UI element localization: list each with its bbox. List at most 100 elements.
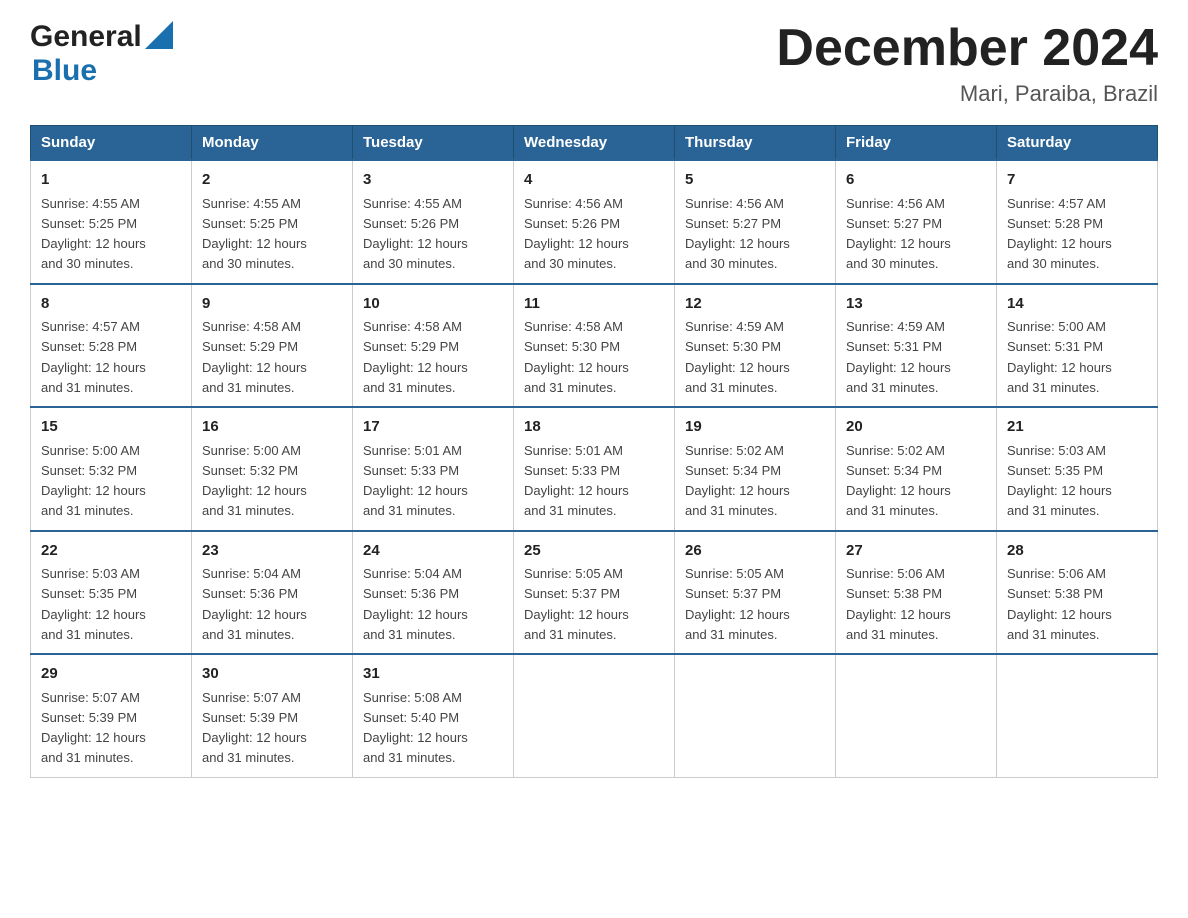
day-cell-16: 16 Sunrise: 5:00 AM Sunset: 5:32 PM Dayli… (192, 407, 353, 531)
day-cell-4: 4Sunrise: 4:56 AM Sunset: 5:26 PM Daylig… (514, 160, 675, 284)
day-info: Sunrise: 5:00 AM Sunset: 5:31 PM Dayligh… (1007, 319, 1112, 395)
day-info: Sunrise: 4:56 AM Sunset: 5:27 PM Dayligh… (685, 196, 790, 272)
day-cell-21: 21 Sunrise: 5:03 AM Sunset: 5:35 PM Dayli… (997, 407, 1158, 531)
day-info: Sunrise: 5:03 AM Sunset: 5:35 PM Dayligh… (41, 566, 146, 642)
day-number: 21 (1007, 416, 1147, 439)
day-info: Sunrise: 5:00 AM Sunset: 5:32 PM Dayligh… (202, 443, 307, 519)
day-info: Sunrise: 5:08 AM Sunset: 5:40 PM Dayligh… (363, 690, 468, 766)
day-cell-8: 8Sunrise: 4:57 AM Sunset: 5:28 PM Daylig… (31, 284, 192, 408)
day-number: 11 (524, 293, 664, 316)
calendar-header: SundayMondayTuesdayWednesdayThursdayFrid… (31, 126, 1158, 161)
day-info: Sunrise: 5:03 AM Sunset: 5:35 PM Dayligh… (1007, 443, 1112, 519)
day-cell-27: 27 Sunrise: 5:06 AM Sunset: 5:38 PM Dayli… (836, 531, 997, 655)
day-cell-empty (514, 654, 675, 777)
day-cell-17: 17Sunrise: 5:01 AM Sunset: 5:33 PM Dayli… (353, 407, 514, 531)
logo-text-general: General (30, 20, 142, 54)
day-info: Sunrise: 5:01 AM Sunset: 5:33 PM Dayligh… (524, 443, 629, 519)
day-cell-5: 5Sunrise: 4:56 AM Sunset: 5:27 PM Daylig… (675, 160, 836, 284)
day-number: 25 (524, 540, 664, 563)
day-cell-23: 23 Sunrise: 5:04 AM Sunset: 5:36 PM Dayli… (192, 531, 353, 655)
day-info: Sunrise: 4:59 AM Sunset: 5:31 PM Dayligh… (846, 319, 951, 395)
day-cell-10: 10 Sunrise: 4:58 AM Sunset: 5:29 PM Dayli… (353, 284, 514, 408)
col-header-thursday: Thursday (675, 126, 836, 161)
day-number: 27 (846, 540, 986, 563)
day-cell-28: 28 Sunrise: 5:06 AM Sunset: 5:38 PM Dayli… (997, 531, 1158, 655)
col-header-monday: Monday (192, 126, 353, 161)
day-info: Sunrise: 4:55 AM Sunset: 5:26 PM Dayligh… (363, 196, 468, 272)
day-cell-19: 19Sunrise: 5:02 AM Sunset: 5:34 PM Dayli… (675, 407, 836, 531)
day-cell-1: 1 Sunrise: 4:55 AM Sunset: 5:25 PM Daylig… (31, 160, 192, 284)
day-cell-29: 29Sunrise: 5:07 AM Sunset: 5:39 PM Dayli… (31, 654, 192, 777)
week-row-5: 29Sunrise: 5:07 AM Sunset: 5:39 PM Dayli… (31, 654, 1158, 777)
day-number: 23 (202, 540, 342, 563)
day-info: Sunrise: 5:06 AM Sunset: 5:38 PM Dayligh… (1007, 566, 1112, 642)
day-info: Sunrise: 5:01 AM Sunset: 5:33 PM Dayligh… (363, 443, 468, 519)
day-number: 29 (41, 663, 181, 686)
day-number: 30 (202, 663, 342, 686)
day-cell-empty (836, 654, 997, 777)
day-number: 26 (685, 540, 825, 563)
day-info: Sunrise: 4:58 AM Sunset: 5:29 PM Dayligh… (363, 319, 468, 395)
day-number: 22 (41, 540, 181, 563)
week-row-1: 1 Sunrise: 4:55 AM Sunset: 5:25 PM Daylig… (31, 160, 1158, 284)
day-number: 28 (1007, 540, 1147, 563)
day-cell-26: 26 Sunrise: 5:05 AM Sunset: 5:37 PM Dayli… (675, 531, 836, 655)
day-number: 19 (685, 416, 825, 439)
day-cell-6: 6 Sunrise: 4:56 AM Sunset: 5:27 PM Daylig… (836, 160, 997, 284)
day-info: Sunrise: 5:04 AM Sunset: 5:36 PM Dayligh… (363, 566, 468, 642)
col-header-friday: Friday (836, 126, 997, 161)
day-info: Sunrise: 5:02 AM Sunset: 5:34 PM Dayligh… (846, 443, 951, 519)
col-header-sunday: Sunday (31, 126, 192, 161)
col-header-tuesday: Tuesday (353, 126, 514, 161)
day-info: Sunrise: 4:57 AM Sunset: 5:28 PM Dayligh… (1007, 196, 1112, 272)
day-info: Sunrise: 4:55 AM Sunset: 5:25 PM Dayligh… (41, 196, 146, 272)
day-number: 10 (363, 293, 503, 316)
week-row-3: 15Sunrise: 5:00 AM Sunset: 5:32 PM Dayli… (31, 407, 1158, 531)
week-row-4: 22 Sunrise: 5:03 AM Sunset: 5:35 PM Dayli… (31, 531, 1158, 655)
day-cell-empty (997, 654, 1158, 777)
day-number: 2 (202, 169, 342, 192)
day-info: Sunrise: 5:05 AM Sunset: 5:37 PM Dayligh… (685, 566, 790, 642)
day-number: 7 (1007, 169, 1147, 192)
day-cell-31: 31 Sunrise: 5:08 AM Sunset: 5:40 PM Dayli… (353, 654, 514, 777)
day-cell-11: 11 Sunrise: 4:58 AM Sunset: 5:30 PM Dayli… (514, 284, 675, 408)
logo: General Blue (30, 20, 173, 88)
day-info: Sunrise: 4:59 AM Sunset: 5:30 PM Dayligh… (685, 319, 790, 395)
main-title: December 2024 (776, 20, 1158, 77)
day-number: 31 (363, 663, 503, 686)
subtitle: Mari, Paraiba, Brazil (776, 81, 1158, 107)
day-number: 24 (363, 540, 503, 563)
day-cell-20: 20Sunrise: 5:02 AM Sunset: 5:34 PM Dayli… (836, 407, 997, 531)
col-header-saturday: Saturday (997, 126, 1158, 161)
day-cell-3: 3Sunrise: 4:55 AM Sunset: 5:26 PM Daylig… (353, 160, 514, 284)
day-number: 6 (846, 169, 986, 192)
week-row-2: 8Sunrise: 4:57 AM Sunset: 5:28 PM Daylig… (31, 284, 1158, 408)
calendar-table: SundayMondayTuesdayWednesdayThursdayFrid… (30, 125, 1158, 778)
day-cell-empty (675, 654, 836, 777)
day-number: 18 (524, 416, 664, 439)
day-info: Sunrise: 5:04 AM Sunset: 5:36 PM Dayligh… (202, 566, 307, 642)
day-info: Sunrise: 4:57 AM Sunset: 5:28 PM Dayligh… (41, 319, 146, 395)
day-info: Sunrise: 4:58 AM Sunset: 5:30 PM Dayligh… (524, 319, 629, 395)
day-info: Sunrise: 4:58 AM Sunset: 5:29 PM Dayligh… (202, 319, 307, 395)
page-header: General Blue December 2024 Mari, Paraiba… (30, 20, 1158, 107)
day-info: Sunrise: 5:05 AM Sunset: 5:37 PM Dayligh… (524, 566, 629, 642)
header-row: SundayMondayTuesdayWednesdayThursdayFrid… (31, 126, 1158, 161)
day-cell-7: 7 Sunrise: 4:57 AM Sunset: 5:28 PM Daylig… (997, 160, 1158, 284)
day-cell-30: 30Sunrise: 5:07 AM Sunset: 5:39 PM Dayli… (192, 654, 353, 777)
title-block: December 2024 Mari, Paraiba, Brazil (776, 20, 1158, 107)
col-header-wednesday: Wednesday (514, 126, 675, 161)
day-number: 16 (202, 416, 342, 439)
calendar-body: 1 Sunrise: 4:55 AM Sunset: 5:25 PM Daylig… (31, 160, 1158, 777)
day-cell-18: 18 Sunrise: 5:01 AM Sunset: 5:33 PM Dayli… (514, 407, 675, 531)
day-cell-2: 2Sunrise: 4:55 AM Sunset: 5:25 PM Daylig… (192, 160, 353, 284)
day-cell-14: 14Sunrise: 5:00 AM Sunset: 5:31 PM Dayli… (997, 284, 1158, 408)
day-info: Sunrise: 4:56 AM Sunset: 5:27 PM Dayligh… (846, 196, 951, 272)
day-number: 1 (41, 169, 181, 192)
day-number: 13 (846, 293, 986, 316)
logo-triangle-icon (145, 21, 173, 49)
day-info: Sunrise: 5:06 AM Sunset: 5:38 PM Dayligh… (846, 566, 951, 642)
day-cell-13: 13 Sunrise: 4:59 AM Sunset: 5:31 PM Dayli… (836, 284, 997, 408)
day-cell-25: 25 Sunrise: 5:05 AM Sunset: 5:37 PM Dayli… (514, 531, 675, 655)
day-cell-12: 12Sunrise: 4:59 AM Sunset: 5:30 PM Dayli… (675, 284, 836, 408)
